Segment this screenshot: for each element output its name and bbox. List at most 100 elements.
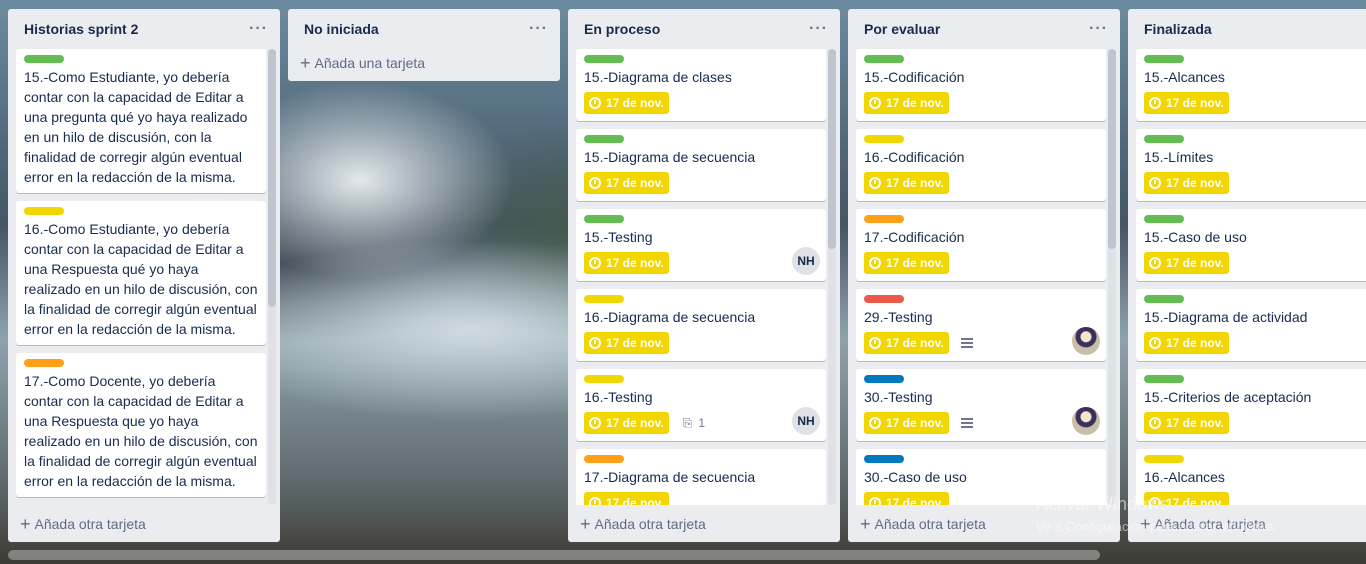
member-avatar[interactable]: NH bbox=[792, 247, 820, 275]
member-avatar-photo[interactable] bbox=[1072, 327, 1100, 355]
card[interactable]: 30.-Testing 17 de nov. bbox=[856, 369, 1106, 441]
list-scrollbar-thumb[interactable] bbox=[268, 49, 276, 307]
card-label-green[interactable] bbox=[584, 55, 624, 63]
list-title[interactable]: Por evaluar bbox=[864, 21, 940, 37]
list-title[interactable]: No iniciada bbox=[304, 21, 379, 37]
card-label-yellow[interactable] bbox=[584, 375, 624, 383]
card-label-green[interactable] bbox=[1144, 295, 1184, 303]
card-label-orange[interactable] bbox=[864, 215, 904, 223]
list-menu-icon[interactable]: ··· bbox=[1089, 20, 1108, 38]
member-avatar[interactable]: NH bbox=[792, 407, 820, 435]
card-label-blue[interactable] bbox=[864, 375, 904, 383]
list-scrollbar[interactable] bbox=[828, 49, 836, 505]
card-label-yellow[interactable] bbox=[24, 207, 64, 215]
watermark-subtitle: Ve a Configuración para activar Windows. bbox=[1036, 519, 1278, 534]
paperclip-icon: ⎘ bbox=[682, 415, 693, 430]
card-label-green[interactable] bbox=[864, 55, 904, 63]
card-label-orange[interactable] bbox=[24, 359, 64, 367]
card-title: 17.-Codificación bbox=[864, 229, 965, 245]
clock-icon bbox=[1149, 177, 1161, 189]
card-title: 15.-Testing bbox=[584, 229, 653, 245]
card[interactable]: 16.-Testing 17 de nov. ⎘ 1 NH bbox=[576, 369, 826, 441]
card-title: 16.-Diagrama de secuencia bbox=[584, 309, 756, 325]
list-finalizada: Finalizada ··· 15.-Alcances 17 de nov. 1… bbox=[1128, 9, 1366, 542]
card-label-green[interactable] bbox=[24, 55, 64, 63]
add-card-button[interactable]: + Añada otra tarjeta bbox=[8, 505, 280, 542]
card-label-blue[interactable] bbox=[864, 455, 904, 463]
card[interactable]: 16.-Codificación 17 de nov. bbox=[856, 129, 1106, 201]
add-card-button[interactable]: + Añada otra tarjeta bbox=[568, 505, 840, 542]
plus-icon: + bbox=[300, 53, 311, 73]
due-date-badge[interactable]: 17 de nov. bbox=[584, 492, 669, 505]
due-date-badge[interactable]: 17 de nov. bbox=[1144, 172, 1229, 194]
due-date-text: 17 de nov. bbox=[886, 96, 944, 110]
due-date-badge[interactable]: 17 de nov. bbox=[584, 92, 669, 114]
card[interactable]: 15.-Diagrama de clases 17 de nov. bbox=[576, 49, 826, 121]
list-menu-icon[interactable]: ··· bbox=[249, 20, 268, 38]
due-date-badge[interactable]: 17 de nov. bbox=[864, 332, 949, 354]
list-menu-icon[interactable]: ··· bbox=[529, 20, 548, 38]
card[interactable]: 16.-Diagrama de secuencia 17 de nov. bbox=[576, 289, 826, 361]
list-title[interactable]: En proceso bbox=[584, 21, 660, 37]
card[interactable]: 15.-Límites 17 de nov. bbox=[1136, 129, 1366, 201]
list-title[interactable]: Finalizada bbox=[1144, 21, 1212, 37]
list-scrollbar[interactable] bbox=[268, 49, 276, 505]
card-label-green[interactable] bbox=[584, 215, 624, 223]
card-title: 16.-Alcances bbox=[1144, 469, 1225, 485]
list-header: No iniciada ··· bbox=[288, 9, 560, 49]
due-date-text: 17 de nov. bbox=[1166, 336, 1224, 350]
due-date-badge[interactable]: 17 de nov. bbox=[584, 252, 669, 274]
card[interactable]: 15.-Codificación 17 de nov. bbox=[856, 49, 1106, 121]
clock-icon bbox=[869, 177, 881, 189]
card[interactable]: 17.-Codificación 17 de nov. bbox=[856, 209, 1106, 281]
card[interactable]: 15.-Diagrama de actividad 17 de nov. bbox=[1136, 289, 1366, 361]
card-label-green[interactable] bbox=[1144, 135, 1184, 143]
card-label-red[interactable] bbox=[864, 295, 904, 303]
card-label-green[interactable] bbox=[584, 135, 624, 143]
card[interactable]: 29.-Testing 17 de nov. bbox=[856, 289, 1106, 361]
due-date-badge[interactable]: 17 de nov. bbox=[584, 172, 669, 194]
watermark-title: Activar Windows bbox=[1036, 494, 1170, 514]
card[interactable]: 15.-Alcances 17 de nov. bbox=[1136, 49, 1366, 121]
list-menu-icon[interactable]: ··· bbox=[809, 20, 828, 38]
card[interactable]: 15.-Diagrama de secuencia 17 de nov. bbox=[576, 129, 826, 201]
card-label-yellow[interactable] bbox=[864, 135, 904, 143]
due-date-badge[interactable]: 17 de nov. bbox=[864, 412, 949, 434]
list-scrollbar[interactable] bbox=[1108, 49, 1116, 505]
card[interactable]: 15.-Como Estudiante, yo debería contar c… bbox=[16, 49, 266, 193]
due-date-badge[interactable]: 17 de nov. bbox=[864, 92, 949, 114]
due-date-badge[interactable]: 17 de nov. bbox=[864, 492, 949, 505]
card-label-yellow[interactable] bbox=[584, 295, 624, 303]
card[interactable]: 16.-Como Estudiante, yo debería contar c… bbox=[16, 201, 266, 345]
card[interactable]: 15.-Caso de uso 17 de nov. bbox=[1136, 209, 1366, 281]
list-title[interactable]: Historias sprint 2 bbox=[24, 21, 138, 37]
due-date-badge[interactable]: 17 de nov. bbox=[584, 332, 669, 354]
card-label-orange[interactable] bbox=[584, 455, 624, 463]
card-title: 15.-Diagrama de secuencia bbox=[584, 149, 756, 165]
due-date-badge[interactable]: 17 de nov. bbox=[1144, 92, 1229, 114]
clock-icon bbox=[1149, 97, 1161, 109]
card-label-green[interactable] bbox=[1144, 375, 1184, 383]
member-avatar-photo[interactable] bbox=[1072, 407, 1100, 435]
card[interactable]: 15.-Criterios de aceptación 17 de nov. bbox=[1136, 369, 1366, 441]
add-card-button[interactable]: + Añada una tarjeta bbox=[288, 45, 560, 81]
list-scrollbar-thumb[interactable] bbox=[828, 49, 836, 249]
board-horizontal-scrollbar[interactable] bbox=[8, 550, 1100, 560]
card-badges: 17 de nov. bbox=[584, 251, 818, 275]
clock-icon bbox=[869, 97, 881, 109]
clock-icon bbox=[1149, 337, 1161, 349]
card[interactable]: 17.-Diagrama de secuencia 17 de nov. bbox=[576, 449, 826, 505]
list-scrollbar-thumb[interactable] bbox=[1108, 49, 1116, 249]
due-date-badge[interactable]: 17 de nov. bbox=[864, 252, 949, 274]
due-date-badge[interactable]: 17 de nov. bbox=[1144, 252, 1229, 274]
card-label-green[interactable] bbox=[1144, 55, 1184, 63]
due-date-badge[interactable]: 17 de nov. bbox=[1144, 412, 1229, 434]
card-label-green[interactable] bbox=[1144, 215, 1184, 223]
due-date-text: 17 de nov. bbox=[886, 496, 944, 505]
card[interactable]: 15.-Testing 17 de nov. NH bbox=[576, 209, 826, 281]
due-date-badge[interactable]: 17 de nov. bbox=[1144, 332, 1229, 354]
card-label-yellow[interactable] bbox=[1144, 455, 1184, 463]
card[interactable]: 17.-Como Docente, yo debería contar con … bbox=[16, 353, 266, 497]
due-date-badge[interactable]: 17 de nov. bbox=[584, 412, 669, 434]
due-date-badge[interactable]: 17 de nov. bbox=[864, 172, 949, 194]
